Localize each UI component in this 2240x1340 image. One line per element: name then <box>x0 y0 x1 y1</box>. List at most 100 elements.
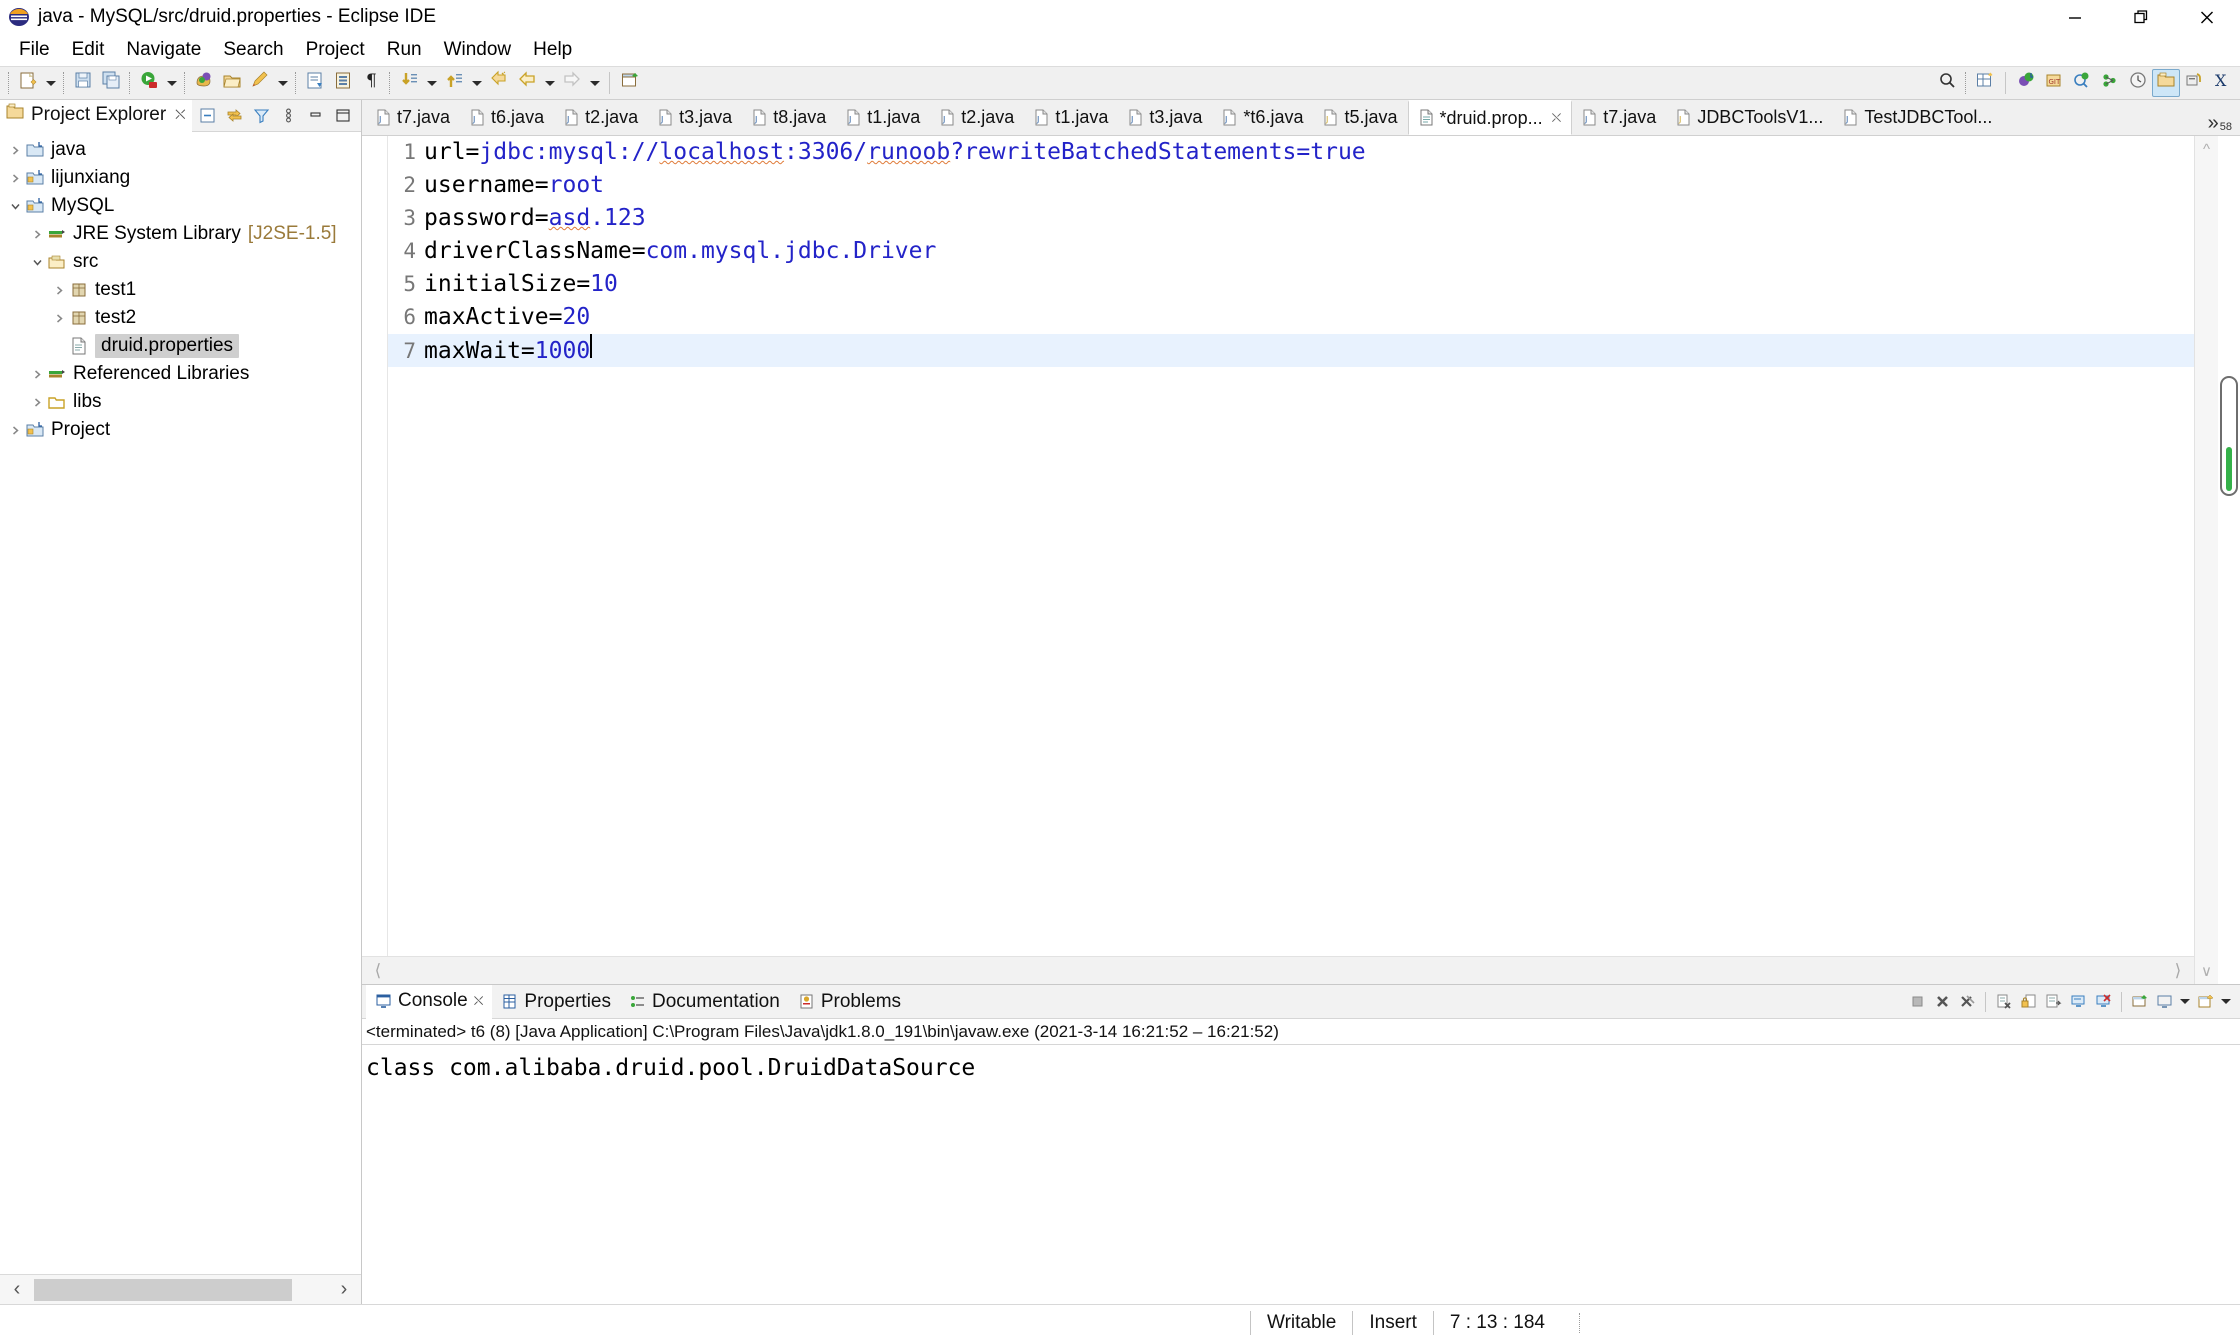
maximize-view-button[interactable] <box>330 103 355 128</box>
save-all-button[interactable] <box>97 69 125 97</box>
scroll-thumb[interactable] <box>2220 376 2238 496</box>
menu-window[interactable]: Window <box>433 37 523 63</box>
chevron-up-icon[interactable]: ^ <box>2195 136 2218 162</box>
chevron-right-icon[interactable] <box>28 388 46 416</box>
tab-problems[interactable]: Problems <box>789 985 910 1019</box>
close-icon[interactable]: ⛌ <box>1552 110 1562 126</box>
editor-horizontal-scrollbar[interactable]: ⟨ ⟩ <box>362 956 2194 984</box>
tree-item-jre-system-library[interactable]: JRE System Library [J2SE-1.5] <box>0 220 361 248</box>
menu-navigate[interactable]: Navigate <box>115 37 212 63</box>
resource-perspective-button[interactable] <box>2152 69 2180 97</box>
restore-button[interactable] <box>2108 0 2174 34</box>
chevron-right-icon[interactable] <box>50 276 68 304</box>
search-button[interactable] <box>1933 69 1961 97</box>
tree-item-mysql[interactable]: MySQL <box>0 192 361 220</box>
pin-console-button[interactable] <box>2127 989 2152 1015</box>
remove-all-terminated-button[interactable] <box>1955 989 1980 1015</box>
chevron-left-icon[interactable]: ⟨ <box>362 957 394 985</box>
editor-tab[interactable]: Jt5.java <box>1313 100 1407 135</box>
clear-console-button[interactable] <box>1991 989 2016 1015</box>
project-tree[interactable]: java lijunxiang MySQL JRE System Library… <box>0 132 361 1274</box>
close-icon[interactable]: ⛌ <box>175 106 185 123</box>
code-text[interactable]: 1 url= jdbc:mysql://localhost:3306/runoob… <box>388 136 2194 956</box>
terminate-button[interactable] <box>1905 989 1930 1015</box>
editor-tab[interactable]: Jt2.java <box>930 100 1024 135</box>
forward-dropdown[interactable] <box>586 69 603 97</box>
editor-tab[interactable]: Jt1.java <box>836 100 930 135</box>
tree-item-libs[interactable]: libs <box>0 388 361 416</box>
editor-tab[interactable]: J TestJDBCTool... <box>1833 100 2002 135</box>
external-tools-dropdown[interactable] <box>274 69 291 97</box>
next-annotation-dropdown[interactable] <box>423 69 440 97</box>
editor-tab[interactable]: Jt7.java <box>1572 100 1666 135</box>
external-tools-button[interactable] <box>246 69 274 97</box>
tab-documentation[interactable]: Documentation <box>620 985 789 1019</box>
editor-tab[interactable]: Jt8.java <box>742 100 836 135</box>
open-resource-button[interactable] <box>218 69 246 97</box>
editor-tab[interactable]: Jt3.java <box>648 100 742 135</box>
menu-run[interactable]: Run <box>376 37 433 63</box>
display-selected-console-dropdown[interactable] <box>2177 989 2193 1015</box>
last-edit-location-button[interactable] <box>485 69 513 97</box>
chevron-left-icon[interactable]: ‹ <box>0 1275 34 1305</box>
console-output[interactable]: class com.alibaba.druid.pool.DruidDataSo… <box>362 1045 2240 1304</box>
explorer-horizontal-scrollbar[interactable]: ‹ › <box>0 1274 361 1304</box>
tab-properties[interactable]: Properties <box>492 985 620 1019</box>
run-dropdown[interactable] <box>163 69 180 97</box>
forward-button[interactable] <box>558 69 586 97</box>
scroll-track[interactable] <box>34 1278 327 1301</box>
java-ee-perspective-button[interactable] <box>2180 69 2208 97</box>
tree-item-project[interactable]: Project <box>0 416 361 444</box>
display-selected-console-button[interactable] <box>2152 989 2177 1015</box>
chevron-right-icon[interactable]: ⟩ <box>2162 957 2194 985</box>
debug-perspective-button[interactable] <box>2068 69 2096 97</box>
code-line[interactable]: 2 username= root <box>388 169 2194 202</box>
editor-tab[interactable]: Jt6.java <box>460 100 554 135</box>
chevron-down-icon[interactable] <box>28 248 46 276</box>
scroll-lock-button[interactable] <box>2016 989 2041 1015</box>
editor-tab[interactable]: Jt1.java <box>1024 100 1118 135</box>
new-wizard-button[interactable] <box>14 69 42 97</box>
code-line[interactable]: 5 initialSize= 10 <box>388 268 2194 301</box>
remove-launch-button[interactable] <box>1930 989 1955 1015</box>
code-line-current[interactable]: 7 maxWait= 1000 <box>388 334 2194 367</box>
open-console-button[interactable] <box>2193 989 2218 1015</box>
menu-file[interactable]: File <box>8 37 61 63</box>
project-explorer-tab[interactable]: Project Explorer ⛌ <box>0 99 192 132</box>
chevron-down-icon[interactable] <box>6 192 24 220</box>
code-line[interactable]: 6 maxActive= 20 <box>388 301 2194 334</box>
java-browsing-perspective-button[interactable] <box>2096 69 2124 97</box>
code-line[interactable]: 4 driverClassName= com.mysql.jdbc.Driver <box>388 235 2194 268</box>
link-with-editor-button[interactable] <box>222 103 247 128</box>
editor-tab-active[interactable]: *druid.prop... ⛌ <box>1407 100 1573 135</box>
tree-item-test2[interactable]: test2 <box>0 304 361 332</box>
tree-item-java[interactable]: java <box>0 136 361 164</box>
collapse-all-button[interactable] <box>195 103 220 128</box>
minimize-view-button[interactable] <box>303 103 328 128</box>
chevron-down-icon[interactable]: ∨ <box>2195 958 2218 984</box>
previous-annotation-dropdown[interactable] <box>468 69 485 97</box>
back-button[interactable] <box>513 69 541 97</box>
tree-item-src[interactable]: src <box>0 248 361 276</box>
new-dropdown[interactable] <box>42 69 59 97</box>
editor-tab[interactable]: Jt3.java <box>1118 100 1212 135</box>
chevron-right-icon[interactable] <box>6 164 24 192</box>
code-line[interactable]: 3 password= asd .123 <box>388 202 2194 235</box>
scroll-thumb[interactable] <box>34 1278 292 1301</box>
close-button[interactable] <box>2174 0 2240 34</box>
chevron-right-icon[interactable] <box>28 360 46 388</box>
xml-perspective-button[interactable]: X <box>2208 69 2236 97</box>
chevron-right-icon[interactable]: › <box>327 1275 361 1305</box>
editor-tab[interactable]: J JDBCToolsV1... <box>1666 100 1833 135</box>
git-perspective-button[interactable]: GIT <box>2040 69 2068 97</box>
save-button[interactable] <box>69 69 97 97</box>
code-line[interactable]: 1 url= jdbc:mysql://localhost:3306/runoob… <box>388 136 2194 169</box>
show-console-on-error-button[interactable] <box>2091 989 2116 1015</box>
filter-button[interactable] <box>249 103 274 128</box>
toggle-mark-occurrences-button[interactable]: ¶ <box>357 69 385 97</box>
menu-project[interactable]: Project <box>295 37 376 63</box>
menu-search[interactable]: Search <box>212 37 294 63</box>
open-type-button[interactable] <box>329 69 357 97</box>
menu-edit[interactable]: Edit <box>61 37 116 63</box>
back-dropdown[interactable] <box>541 69 558 97</box>
